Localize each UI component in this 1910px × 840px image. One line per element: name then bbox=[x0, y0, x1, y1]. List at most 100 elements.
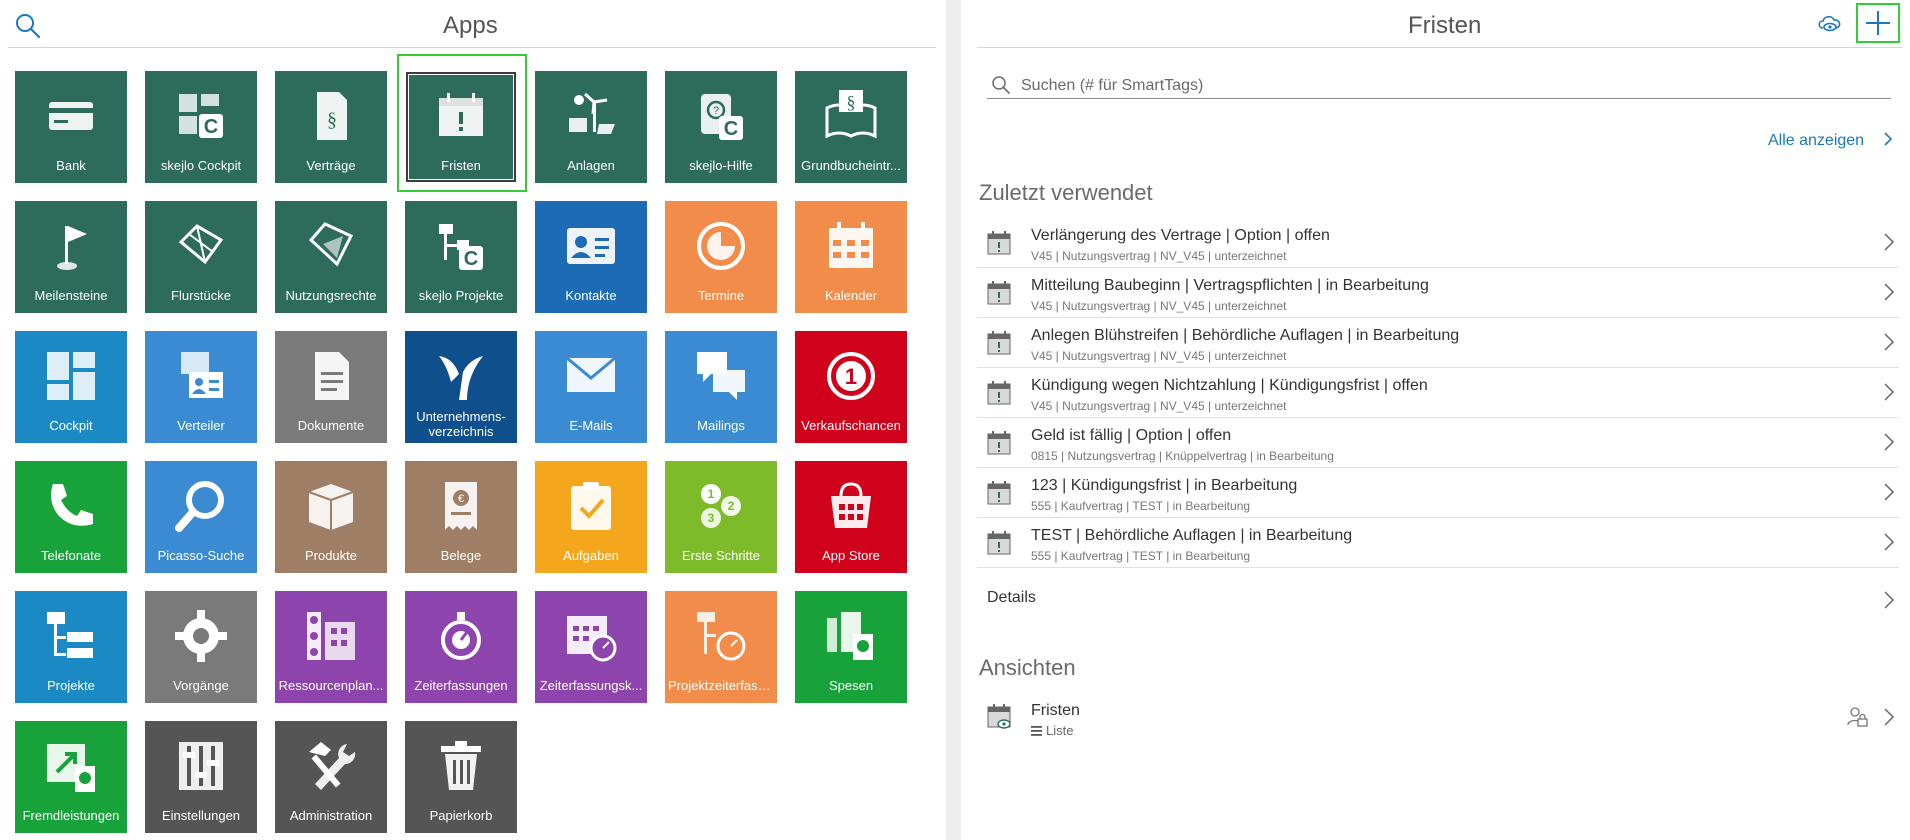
view-subtitle: Liste bbox=[1031, 723, 1073, 738]
app-tile-einstellungen[interactable]: Einstellungen bbox=[145, 721, 257, 833]
svg-text:?: ? bbox=[713, 105, 719, 117]
app-tile-erste-schritte[interactable]: 1 2 3 Erste Schritte bbox=[665, 461, 777, 573]
recent-item[interactable]: Kündigung wegen Nichtzahlung | Kündigung… bbox=[977, 368, 1899, 418]
search-button[interactable] bbox=[14, 12, 42, 40]
app-tile-zeiterfassungen[interactable]: Zeiterfassungen bbox=[405, 591, 517, 703]
cockpit-c-icon: C bbox=[145, 87, 257, 145]
app-tile-label: Fristen bbox=[441, 158, 481, 173]
cloud-eye-icon bbox=[1818, 15, 1841, 32]
app-tile-label: skejlo-Hilfe bbox=[689, 158, 753, 173]
app-tile-anlagen[interactable]: Anlagen bbox=[535, 71, 647, 183]
project-tree-c-icon: C bbox=[405, 217, 517, 275]
chevron-right-icon bbox=[1883, 132, 1892, 146]
app-tile-unternehmens-verzeichnis[interactable]: Unternehmens- verzeichnis bbox=[405, 331, 517, 443]
app-tile-termine[interactable]: Termine bbox=[665, 201, 777, 313]
law-book-icon: § bbox=[795, 87, 907, 145]
show-all-link[interactable]: Alle anzeigen bbox=[1768, 131, 1893, 150]
add-button[interactable] bbox=[1856, 3, 1900, 43]
app-tile-meilensteine[interactable]: Meilensteine bbox=[15, 201, 127, 313]
external-services-icon bbox=[15, 737, 127, 795]
search-icon bbox=[16, 14, 41, 39]
recent-item[interactable]: Mitteilung Baubeginn | Vertragspflichten… bbox=[977, 268, 1899, 318]
visibility-button[interactable] bbox=[1816, 12, 1844, 36]
app-tile-produkte[interactable]: Produkte bbox=[275, 461, 387, 573]
recent-item[interactable]: Verlängerung des Vertrage | Option | off… bbox=[977, 218, 1899, 268]
app-tile-label: Produkte bbox=[304, 548, 358, 563]
recent-item[interactable]: 123 | Kündigungsfrist | in Bearbeitung 55… bbox=[977, 468, 1899, 518]
app-tile-telefonate[interactable]: Telefonate bbox=[15, 461, 127, 573]
resource-plan-icon bbox=[275, 607, 387, 665]
app-tile-papierkorb[interactable]: Papierkorb bbox=[405, 721, 517, 833]
milestone-flag-icon bbox=[15, 217, 127, 275]
app-tile-zeiterfassungsk[interactable]: Zeiterfassungsk... bbox=[535, 591, 647, 703]
app-tile-mailings[interactable]: Mailings bbox=[665, 331, 777, 443]
app-tile-cockpit[interactable]: Cockpit bbox=[15, 331, 127, 443]
recent-item-subtitle: V45 | Nutzungsvertrag | NV_V45 | unterze… bbox=[1031, 299, 1287, 313]
app-tile-nutzungsrechte[interactable]: Nutzungsrechte bbox=[275, 201, 387, 313]
document-icon bbox=[275, 347, 387, 405]
app-tile-label: Bank bbox=[56, 158, 86, 173]
calendar-alert-icon bbox=[987, 330, 1011, 361]
svg-text:1: 1 bbox=[845, 364, 857, 389]
recent-item[interactable]: Geld ist fällig | Option | offen 0815 | N… bbox=[977, 418, 1899, 468]
app-tile-spesen[interactable]: Spesen bbox=[795, 591, 907, 703]
app-tile-label: Verteiler bbox=[177, 418, 225, 433]
apps-title: Apps bbox=[443, 12, 498, 39]
details-row[interactable]: Details bbox=[977, 578, 1899, 620]
recent-item-title: Geld ist fällig | Option | offen bbox=[1031, 427, 1232, 444]
dashboard-icon bbox=[15, 347, 127, 405]
recent-section-title: Zuletzt verwendet bbox=[979, 180, 1153, 205]
app-tile-label: Anlagen bbox=[567, 158, 615, 173]
app-tile-vorgänge[interactable]: Vorgänge bbox=[145, 591, 257, 703]
calendar-alert-icon bbox=[987, 230, 1011, 261]
app-tile-bank[interactable]: Bank bbox=[15, 71, 127, 183]
user-lock-icon[interactable] bbox=[1845, 705, 1869, 734]
app-tile-fremdleistungen[interactable]: Fremdleistungen bbox=[15, 721, 127, 833]
recent-item-subtitle: 555 | Kaufvertrag | TEST | in Bearbeitun… bbox=[1031, 549, 1251, 563]
app-tile-skejlo-projekte[interactable]: Cskejlo Projekte bbox=[405, 201, 517, 313]
svg-text:€: € bbox=[458, 493, 464, 505]
app-tile-flurstücke[interactable]: Flurstücke bbox=[145, 201, 257, 313]
app-tile-label: Projekte bbox=[47, 678, 95, 693]
app-tile-ressourcenplan[interactable]: Ressourcenplan... bbox=[275, 591, 387, 703]
svg-text:C: C bbox=[204, 116, 218, 138]
app-tile-verkaufschancen[interactable]: 1 Verkaufschancen bbox=[795, 331, 907, 443]
svg-text:§: § bbox=[327, 109, 337, 131]
app-tile-projekte[interactable]: Projekte bbox=[15, 591, 127, 703]
phone-icon bbox=[15, 477, 127, 535]
app-tile-projektzeiterfass[interactable]: Projektzeiterfass... bbox=[665, 591, 777, 703]
app-tile-fristen[interactable]: Fristen bbox=[405, 71, 517, 183]
list-icon bbox=[1031, 725, 1042, 736]
app-tile-skejlo-hilfe[interactable]: ? Cskejlo-Hilfe bbox=[665, 71, 777, 183]
app-tile-label: Spesen bbox=[828, 678, 874, 693]
app-tile-label: Vorgänge bbox=[173, 678, 229, 693]
app-tile-kalender[interactable]: Kalender bbox=[795, 201, 907, 313]
app-tile-kontakte[interactable]: Kontakte bbox=[535, 201, 647, 313]
project-tree-icon bbox=[15, 607, 127, 665]
app-tile-e-mails[interactable]: E-Mails bbox=[535, 331, 647, 443]
app-tile-label: Projektzeiterfass... bbox=[668, 678, 774, 693]
product-box-icon bbox=[275, 477, 387, 535]
app-tile-picasso-suche[interactable]: Picasso-Suche bbox=[145, 461, 257, 573]
app-tile-verträge[interactable]: § Verträge bbox=[275, 71, 387, 183]
app-tile-administration[interactable]: Administration bbox=[275, 721, 387, 833]
app-tile-belege[interactable]: € Belege bbox=[405, 461, 517, 573]
recent-item[interactable]: Anlegen Blühstreifen | Behördliche Aufla… bbox=[977, 318, 1899, 368]
recent-item[interactable]: TEST | Behördliche Auflagen | in Bearbei… bbox=[977, 518, 1899, 568]
app-tile-label: App Store bbox=[822, 548, 880, 563]
contact-card-icon bbox=[535, 217, 647, 275]
view-row[interactable]: Fristen Liste bbox=[977, 693, 1899, 745]
chat-bubbles-icon bbox=[665, 347, 777, 405]
app-tile-grundbucheintr[interactable]: § Grundbucheintr... bbox=[795, 71, 907, 183]
recent-item-title: Kündigung wegen Nichtzahlung | Kündigung… bbox=[1031, 377, 1428, 394]
app-tile-skejlo-cockpit[interactable]: Cskejlo Cockpit bbox=[145, 71, 257, 183]
app-tile-label: Telefonate bbox=[41, 548, 101, 563]
sales-opportunity-icon: 1 bbox=[795, 347, 907, 405]
chevron-right-icon bbox=[1883, 332, 1895, 357]
app-tile-label: Kalender bbox=[824, 288, 878, 303]
app-tile-app-store[interactable]: App Store bbox=[795, 461, 907, 573]
app-tile-verteiler[interactable]: Verteiler bbox=[145, 331, 257, 443]
app-tile-aufgaben[interactable]: Aufgaben bbox=[535, 461, 647, 573]
app-tile-dokumente[interactable]: Dokumente bbox=[275, 331, 387, 443]
search-input[interactable] bbox=[1019, 74, 1883, 98]
